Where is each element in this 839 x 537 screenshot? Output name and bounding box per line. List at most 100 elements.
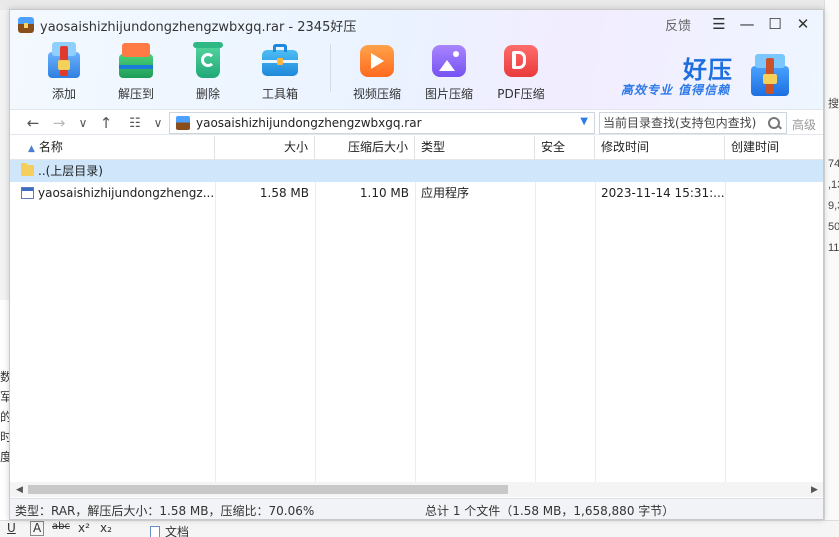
- extract-label: 解压到: [117, 87, 154, 101]
- brand-slogan: 高效专业 值得信赖: [621, 83, 731, 97]
- column-divider: [535, 160, 536, 482]
- brand-title: 好压: [683, 56, 733, 84]
- search-icon[interactable]: [766, 115, 782, 131]
- search-input[interactable]: [600, 114, 764, 132]
- path-text: yaosaishizhijundongzhengzwbxgq.rar: [196, 116, 422, 130]
- document-icon: [150, 526, 160, 537]
- forward-arrow-icon[interactable]: →: [48, 113, 70, 133]
- view-mode-icon[interactable]: ☷: [124, 113, 146, 133]
- column-header-security[interactable]: 安全: [535, 136, 595, 160]
- toolbar-divider: [330, 44, 331, 92]
- background-format-bar: U A abc x² x₂: [0, 520, 839, 537]
- delete-button[interactable]: 删除: [176, 40, 240, 102]
- column-divider: [315, 160, 316, 482]
- file-name: ..(上层目录): [38, 164, 103, 178]
- bg-text: 11: [828, 242, 839, 254]
- file-name-cell: yaosaishizhijundongzhengz...: [15, 182, 215, 204]
- close-icon[interactable]: ✕: [789, 13, 817, 35]
- brand-banner: 好压 高效专业 值得信赖: [621, 50, 801, 102]
- bg-text: 74: [828, 158, 839, 170]
- exe-file-icon: [21, 187, 34, 199]
- toolbox-label: 工具箱: [261, 87, 298, 101]
- folder-icon: [21, 163, 34, 176]
- bg-text: ,13: [828, 179, 839, 191]
- column-header-size[interactable]: 大小: [215, 136, 315, 160]
- image-compress-label: 图片压缩: [424, 87, 473, 101]
- bg-text: 搜: [828, 98, 839, 110]
- doc-label: 文档: [165, 525, 190, 537]
- column-divider: [595, 160, 596, 482]
- window-title: yaosaishizhijundongzhengzwbxgq.rar - 234…: [40, 19, 357, 35]
- column-header-modified[interactable]: 修改时间: [595, 136, 725, 160]
- column-header-type[interactable]: 类型: [415, 136, 535, 160]
- pdf-compress-label: PDF压缩: [497, 87, 545, 101]
- rar-file-icon: [176, 116, 190, 130]
- file-size: 1.58 MB: [259, 186, 309, 200]
- table-row[interactable]: yaosaishizhijundongzhengz... 1.58 MB 1.1…: [10, 182, 823, 204]
- file-modified: 2023-11-14 15:31:...: [601, 186, 725, 200]
- status-archive-info: 类型：RAR，解压后大小：1.58 MB，压缩比：70.06%: [15, 504, 315, 518]
- view-dropdown-icon[interactable]: ∨: [147, 113, 169, 133]
- window-controls: 反馈 ☰ — ☐ ✕: [665, 13, 817, 35]
- minimize-icon[interactable]: —: [733, 13, 761, 35]
- feedback-button[interactable]: 反馈: [665, 15, 691, 34]
- status-bar: 类型：RAR，解压后大小：1.58 MB，压缩比：70.06% 总计 1 个文件…: [10, 498, 823, 519]
- video-compress-label: 视频压缩: [352, 87, 401, 101]
- bg-text: 9,32: [828, 200, 839, 212]
- back-arrow-icon[interactable]: ←: [22, 113, 44, 133]
- column-label: 名称: [38, 140, 63, 154]
- search-box: [599, 112, 787, 134]
- file-name: yaosaishizhijundongzhengz...: [38, 186, 215, 200]
- extract-icon: [116, 40, 156, 80]
- column-header-packed-size[interactable]: 压缩后大小: [315, 136, 415, 160]
- file-name-cell: ..(上层目录): [15, 160, 215, 182]
- file-type: 应用程序: [421, 186, 470, 200]
- strikethrough-button[interactable]: abc: [52, 521, 70, 532]
- extract-to-button[interactable]: 解压到: [104, 40, 168, 102]
- brand-logo-icon: [747, 52, 791, 96]
- image-compress-button[interactable]: 图片压缩: [417, 40, 481, 102]
- scroll-right-icon[interactable]: ▶: [807, 482, 822, 497]
- superscript-button[interactable]: x²: [78, 521, 90, 535]
- column-header-name[interactable]: ▲ 名称: [10, 136, 215, 160]
- image-compress-icon: [429, 40, 469, 80]
- background-right-panel: 搜 74 ,13 9,32 50 11: [824, 0, 839, 537]
- file-packed-size: 1.10 MB: [359, 186, 409, 200]
- menu-icon[interactable]: ☰: [705, 13, 733, 35]
- add-button[interactable]: 添加: [32, 40, 96, 102]
- history-dropdown-icon[interactable]: ∨: [72, 113, 94, 133]
- toolbox-button[interactable]: 工具箱: [248, 40, 312, 102]
- scroll-left-icon[interactable]: ◀: [12, 482, 27, 497]
- app-logo-icon: [18, 17, 34, 33]
- underline-button[interactable]: U: [7, 521, 16, 535]
- add-archive-icon: [44, 40, 84, 80]
- parent-folder-row[interactable]: ..(上层目录): [10, 160, 823, 182]
- column-header-created[interactable]: 创建时间: [725, 136, 823, 160]
- window-header: yaosaishizhijundongzhengzwbxgq.rar - 234…: [10, 10, 823, 109]
- subscript-button[interactable]: x₂: [100, 521, 112, 535]
- font-color-button[interactable]: A: [30, 521, 45, 536]
- archive-window: yaosaishizhijundongzhengzwbxgq.rar - 234…: [9, 9, 824, 520]
- file-list: ▲ 名称 大小 压缩后大小 类型 安全 修改时间 创建时间 ..(上层目录) ya…: [10, 136, 823, 482]
- column-divider: [415, 160, 416, 482]
- column-header-row: ▲ 名称 大小 压缩后大小 类型 安全 修改时间 创建时间: [10, 136, 823, 160]
- video-compress-button[interactable]: 视频压缩: [345, 40, 409, 102]
- up-folder-icon[interactable]: ↑: [95, 113, 117, 133]
- add-label: 添加: [51, 87, 76, 101]
- column-divider: [215, 160, 216, 482]
- scrollbar-thumb[interactable]: [28, 485, 508, 494]
- status-total-info: 总计 1 个文件（1.58 MB，1,658,880 字节）: [425, 504, 675, 518]
- horizontal-scrollbar[interactable]: ◀ ▶: [10, 482, 823, 497]
- maximize-icon[interactable]: ☐: [761, 13, 789, 35]
- recycle-icon: [188, 40, 228, 80]
- column-divider: [725, 160, 726, 482]
- bg-text: 50: [828, 221, 839, 233]
- path-combobox[interactable]: yaosaishizhijundongzhengzwbxgq.rar ▼: [169, 112, 595, 134]
- main-toolbar: 添加 解压到 删除 工具箱 视频压缩 图片压缩 PDF压缩: [32, 40, 561, 102]
- advanced-search-button[interactable]: 高级: [792, 116, 816, 133]
- toolbox-icon: [260, 40, 300, 80]
- background-doc-item[interactable]: 文档: [150, 523, 189, 537]
- title-bar: yaosaishizhijundongzhengzwbxgq.rar - 234…: [18, 15, 356, 35]
- pdf-compress-button[interactable]: PDF压缩: [489, 40, 553, 102]
- path-dropdown-icon[interactable]: ▼: [580, 116, 588, 127]
